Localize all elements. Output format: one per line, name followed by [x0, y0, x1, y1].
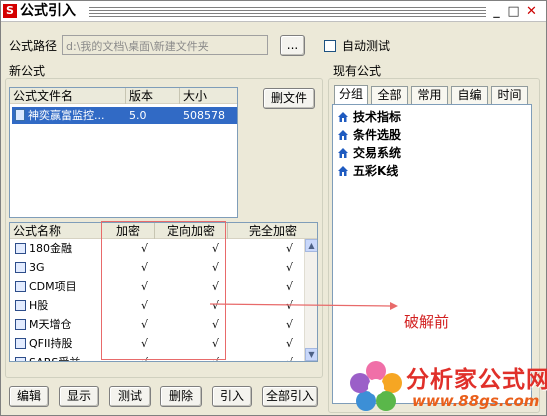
check-mark-icon[interactable]: √	[286, 297, 293, 314]
formula-image-icon	[15, 242, 26, 254]
formula-image-icon	[15, 356, 26, 361]
edit-button[interactable]: 编辑	[9, 386, 49, 407]
house-icon	[338, 147, 348, 158]
formula-name: 3G	[29, 261, 45, 274]
scroll-down-icon[interactable]: ▼	[305, 348, 317, 361]
path-label: 公式路径	[9, 39, 58, 53]
file-size-cell: 508578	[180, 107, 237, 124]
formula-image-icon	[15, 299, 26, 311]
auto-test-label: 自动测试	[342, 39, 391, 53]
tree-item-label: 条件选股	[353, 128, 402, 142]
file-version-cell: 5.0	[126, 107, 180, 124]
formula-image-icon	[15, 318, 26, 330]
file-name-cell: 神奕赢富监控...	[12, 107, 126, 124]
formula-name: M天增仓	[29, 318, 72, 331]
files-grid[interactable]: 公式文件名 版本 大小 神奕赢富监控... 5.0 508578	[9, 87, 238, 218]
new-formula-group-label: 新公式	[9, 64, 46, 78]
check-mark-icon[interactable]: √	[286, 259, 293, 276]
column-header-formula-name[interactable]: 公式名称	[10, 223, 102, 239]
formula-name-cell: 180金融	[12, 240, 102, 257]
watermark-logo: 分析家公式网 www.88gs.com	[340, 357, 547, 414]
tree-item-label: 技术指标	[353, 110, 402, 124]
tree-item-tech-indicators[interactable]: 技术指标	[337, 108, 401, 126]
annotation-highlight-box	[101, 221, 226, 360]
formula-name-cell: QFII持股	[12, 335, 102, 352]
house-icon	[338, 111, 348, 122]
close-icon[interactable]: ✕	[524, 4, 539, 19]
tree-item-colored-kline[interactable]: 五彩K线	[337, 162, 398, 180]
formula-name-cell: SARS受益	[12, 354, 102, 361]
formula-name: SARS受益	[29, 356, 80, 361]
path-field[interactable]: d:\我的文档\桌面\新建文件夹	[62, 35, 268, 55]
file-name: 神奕赢富监控...	[28, 109, 105, 122]
app-logo-icon: S	[3, 4, 17, 18]
title-bar[interactable]: S 公式引入 _ □ ✕	[1, 1, 546, 22]
tree-item-label: 交易系统	[353, 146, 402, 160]
document-icon	[15, 109, 25, 121]
flower-logo-icon	[350, 361, 402, 411]
watermark-title: 分析家公式网	[406, 367, 547, 393]
check-mark-icon[interactable]: √	[286, 278, 293, 295]
import-formula-window: S 公式引入 _ □ ✕ 公式路径 d:\我的文档\桌面\新建文件夹 ... 自…	[0, 0, 547, 416]
formulas-scrollbar[interactable]: ▲ ▼	[304, 239, 317, 361]
column-header-full-encrypt[interactable]: 完全加密	[228, 223, 317, 239]
tab-custom[interactable]: 自编	[451, 86, 488, 104]
scroll-up-icon[interactable]: ▲	[305, 239, 317, 252]
formula-image-icon	[15, 337, 26, 349]
show-button[interactable]: 显示	[59, 386, 99, 407]
tab-time[interactable]: 时间	[491, 86, 528, 104]
formula-image-icon	[15, 280, 26, 292]
tab-common[interactable]: 常用	[411, 86, 448, 104]
house-icon	[338, 129, 348, 140]
formula-name-cell: M天增仓	[12, 316, 102, 333]
check-mark-icon[interactable]: √	[286, 240, 293, 257]
formula-name: QFII持股	[29, 337, 73, 350]
column-header-size[interactable]: 大小	[180, 88, 237, 104]
test-button[interactable]: 测试	[109, 386, 151, 407]
formula-name: 180金融	[29, 242, 72, 255]
auto-test-checkbox[interactable]	[324, 40, 336, 52]
formula-name: CDM项目	[29, 280, 77, 293]
delete-file-button[interactable]: 删文件	[263, 88, 315, 109]
annotation-text: 破解前	[404, 313, 450, 331]
tree-item-stock-selection[interactable]: 条件选股	[337, 126, 401, 144]
tab-all[interactable]: 全部	[371, 86, 408, 104]
column-header-filename[interactable]: 公式文件名	[10, 88, 126, 104]
file-row[interactable]: 神奕赢富监控... 5.0 508578	[10, 107, 237, 124]
files-grid-header: 公式文件名 版本 大小	[10, 88, 237, 104]
check-mark-icon[interactable]: √	[286, 354, 293, 361]
house-icon	[338, 165, 348, 176]
tree-item-trading-system[interactable]: 交易系统	[337, 144, 401, 162]
window-title: 公式引入	[20, 3, 76, 19]
tab-group[interactable]: 分组	[334, 85, 368, 105]
check-mark-icon[interactable]: √	[286, 316, 293, 333]
import-button[interactable]: 引入	[212, 386, 252, 407]
formula-name: H股	[29, 299, 49, 312]
maximize-icon[interactable]: □	[506, 4, 521, 19]
tree-item-label: 五彩K线	[353, 164, 399, 178]
formula-name-cell: H股	[12, 297, 102, 314]
watermark-url: www.88gs.com	[412, 392, 540, 410]
title-bar-pattern	[89, 6, 486, 17]
existing-formula-group-label: 现有公式	[333, 64, 382, 78]
minimize-icon[interactable]: _	[489, 4, 504, 19]
import-all-button[interactable]: 全部引入	[262, 386, 318, 407]
formula-image-icon	[15, 261, 26, 273]
formula-name-cell: 3G	[12, 259, 102, 276]
formula-name-cell: CDM项目	[12, 278, 102, 295]
browse-button[interactable]: ...	[280, 35, 305, 56]
column-header-version[interactable]: 版本	[126, 88, 180, 104]
check-mark-icon[interactable]: √	[286, 335, 293, 352]
delete-button[interactable]: 删除	[160, 386, 202, 407]
